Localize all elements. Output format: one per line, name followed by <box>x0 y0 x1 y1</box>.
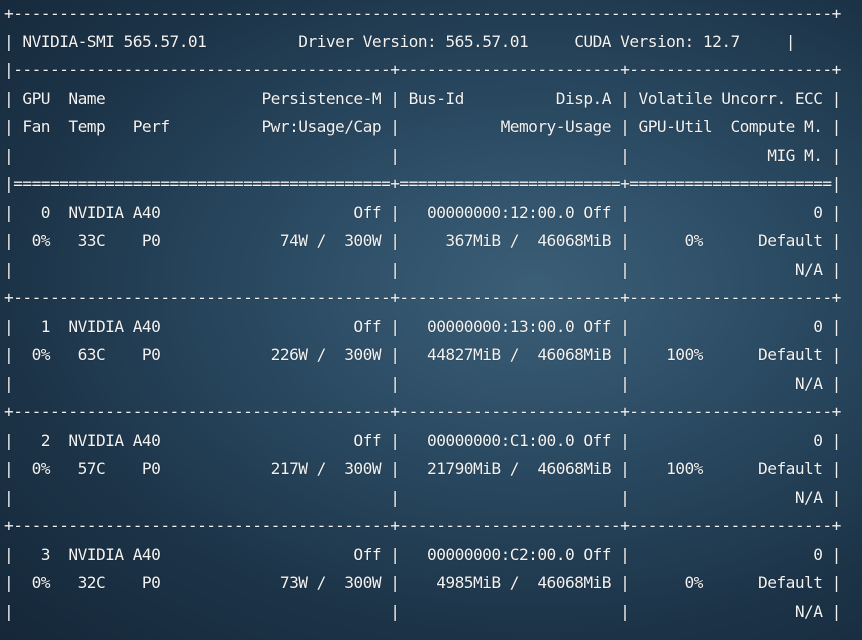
smi-version-row: | NVIDIA-SMI 565.57.01 Driver Version: 5… <box>4 32 795 51</box>
cuda-version: CUDA Version: 12.7 <box>574 32 740 51</box>
header-separator: |---------------------------------------… <box>4 60 841 79</box>
gpu-separator: +---------------------------------------… <box>4 516 841 535</box>
gpu-1-row-3: | | | N/A | <box>4 374 841 393</box>
gpu-3-row-1: | 3 NVIDIA A40 Off | 00000000:C2:00.0 Of… <box>4 545 841 564</box>
gpu-2-row-3: | | | N/A | <box>4 488 841 507</box>
header-double-separator: |=======================================… <box>4 174 841 193</box>
gpu-0-row-2: | 0% 33C P0 74W / 300W | 367MiB / 46068M… <box>4 231 841 250</box>
gpu-separator: +---------------------------------------… <box>4 288 841 307</box>
header-row-1: | GPU Name Persistence-M | Bus-Id Disp.A… <box>4 89 841 108</box>
gpu-2-row-1: | 2 NVIDIA A40 Off | 00000000:C1:00.0 Of… <box>4 431 841 450</box>
terminal-output: +---------------------------------------… <box>4 0 862 640</box>
gpu-2-row-2: | 0% 57C P0 217W / 300W | 21790MiB / 460… <box>4 459 841 478</box>
driver-version: Driver Version: 565.57.01 <box>298 32 529 51</box>
header-row-3: | | | MIG M. | <box>4 146 841 165</box>
table-top-border: +---------------------------------------… <box>4 4 841 23</box>
gpu-0-row-1: | 0 NVIDIA A40 Off | 00000000:12:00.0 Of… <box>4 203 841 222</box>
gpu-3-row-2: | 0% 32C P0 73W / 300W | 4985MiB / 46068… <box>4 573 841 592</box>
gpu-1-row-2: | 0% 63C P0 226W / 300W | 44827MiB / 460… <box>4 345 841 364</box>
smi-title: NVIDIA-SMI 565.57.01 <box>22 32 207 51</box>
header-row-2: | Fan Temp Perf Pwr:Usage/Cap | Memory-U… <box>4 117 841 136</box>
gpu-3-row-3: | | | N/A | <box>4 602 841 621</box>
gpu-0-row-3: | | | N/A | <box>4 260 841 279</box>
gpu-1-row-1: | 1 NVIDIA A40 Off | 00000000:13:00.0 Of… <box>4 317 841 336</box>
gpu-separator: +---------------------------------------… <box>4 402 841 421</box>
